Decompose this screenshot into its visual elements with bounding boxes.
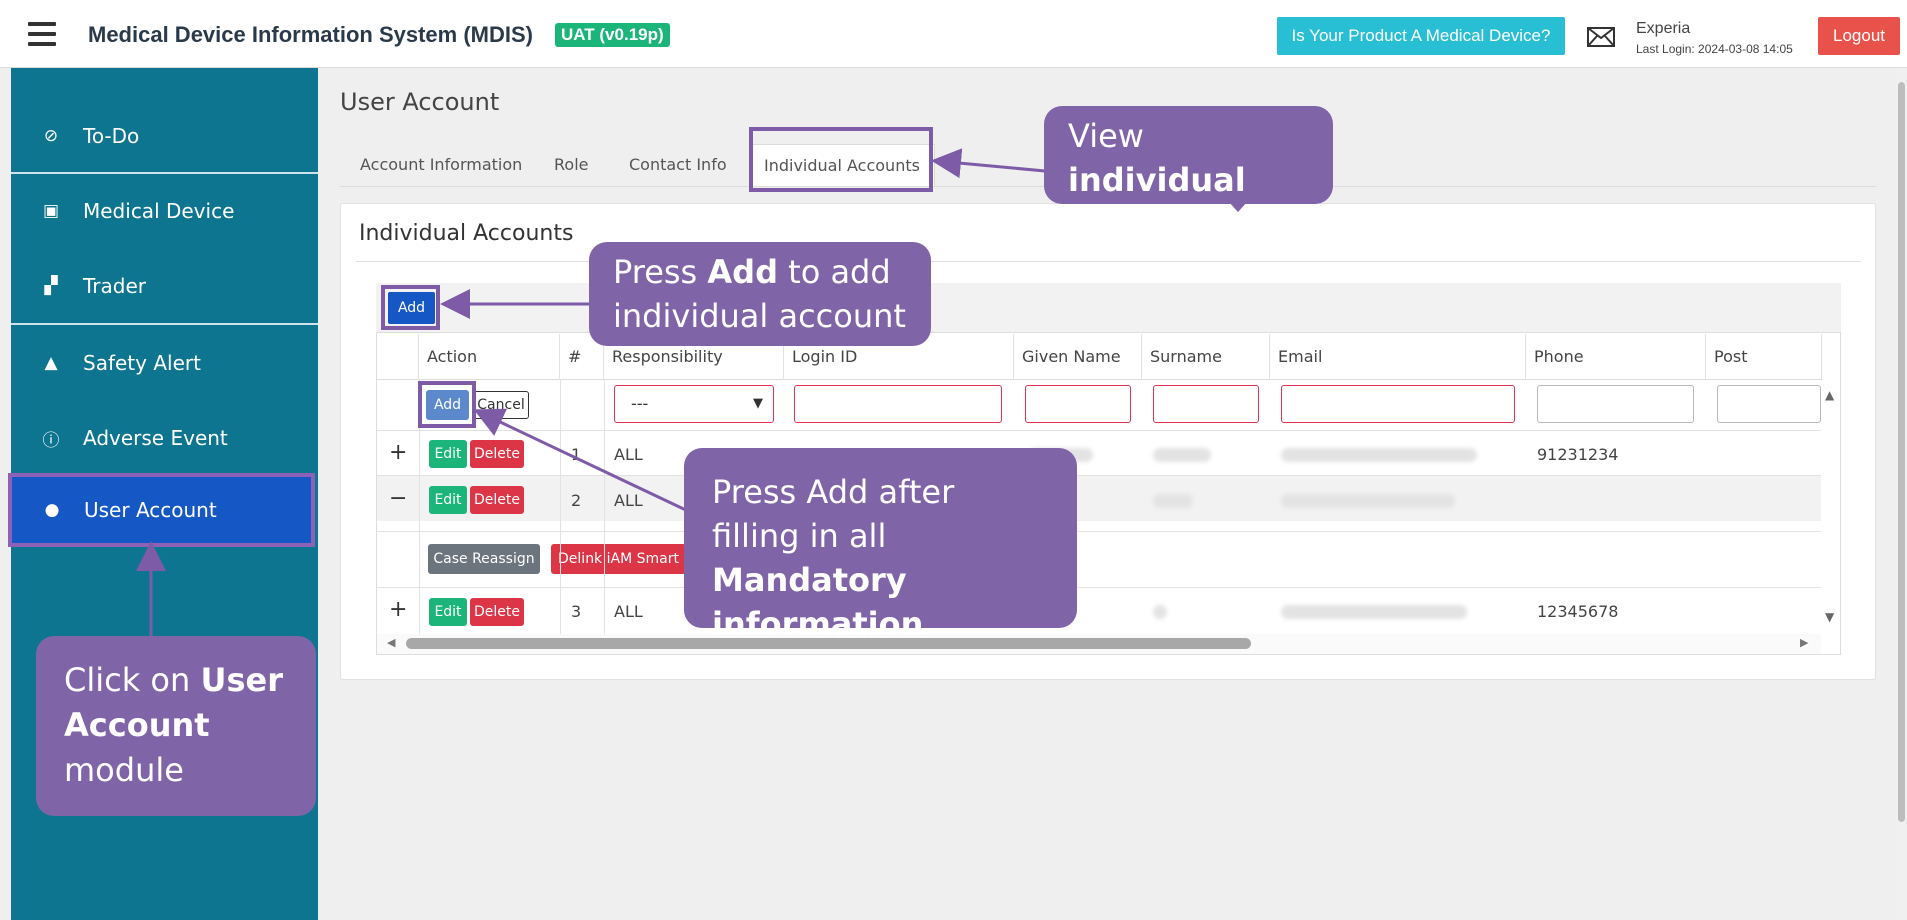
arrow-to-tab xyxy=(931,148,1046,179)
callout-text: module xyxy=(64,751,184,789)
callout-text: View xyxy=(1068,117,1144,155)
callout-press-add-after: Press Add after filling in all Mandatory… xyxy=(684,448,1077,643)
callout-text: Click on xyxy=(64,661,201,699)
callout-view-accounts: View individual accounts xyxy=(1044,106,1333,243)
callout-click-module: Click on User Account module xyxy=(36,636,316,816)
callout-bold-text: individual accounts xyxy=(1068,161,1246,243)
callout-text: Press xyxy=(613,253,708,291)
callout-bold-text: Mandatory information xyxy=(712,561,924,643)
callout-press-add: Press Add to add individual account xyxy=(589,242,931,346)
callout-bold-text: Add xyxy=(707,253,778,291)
callout-text: Press Add after filling in all xyxy=(712,473,955,555)
arrow-to-row-add xyxy=(473,408,691,514)
